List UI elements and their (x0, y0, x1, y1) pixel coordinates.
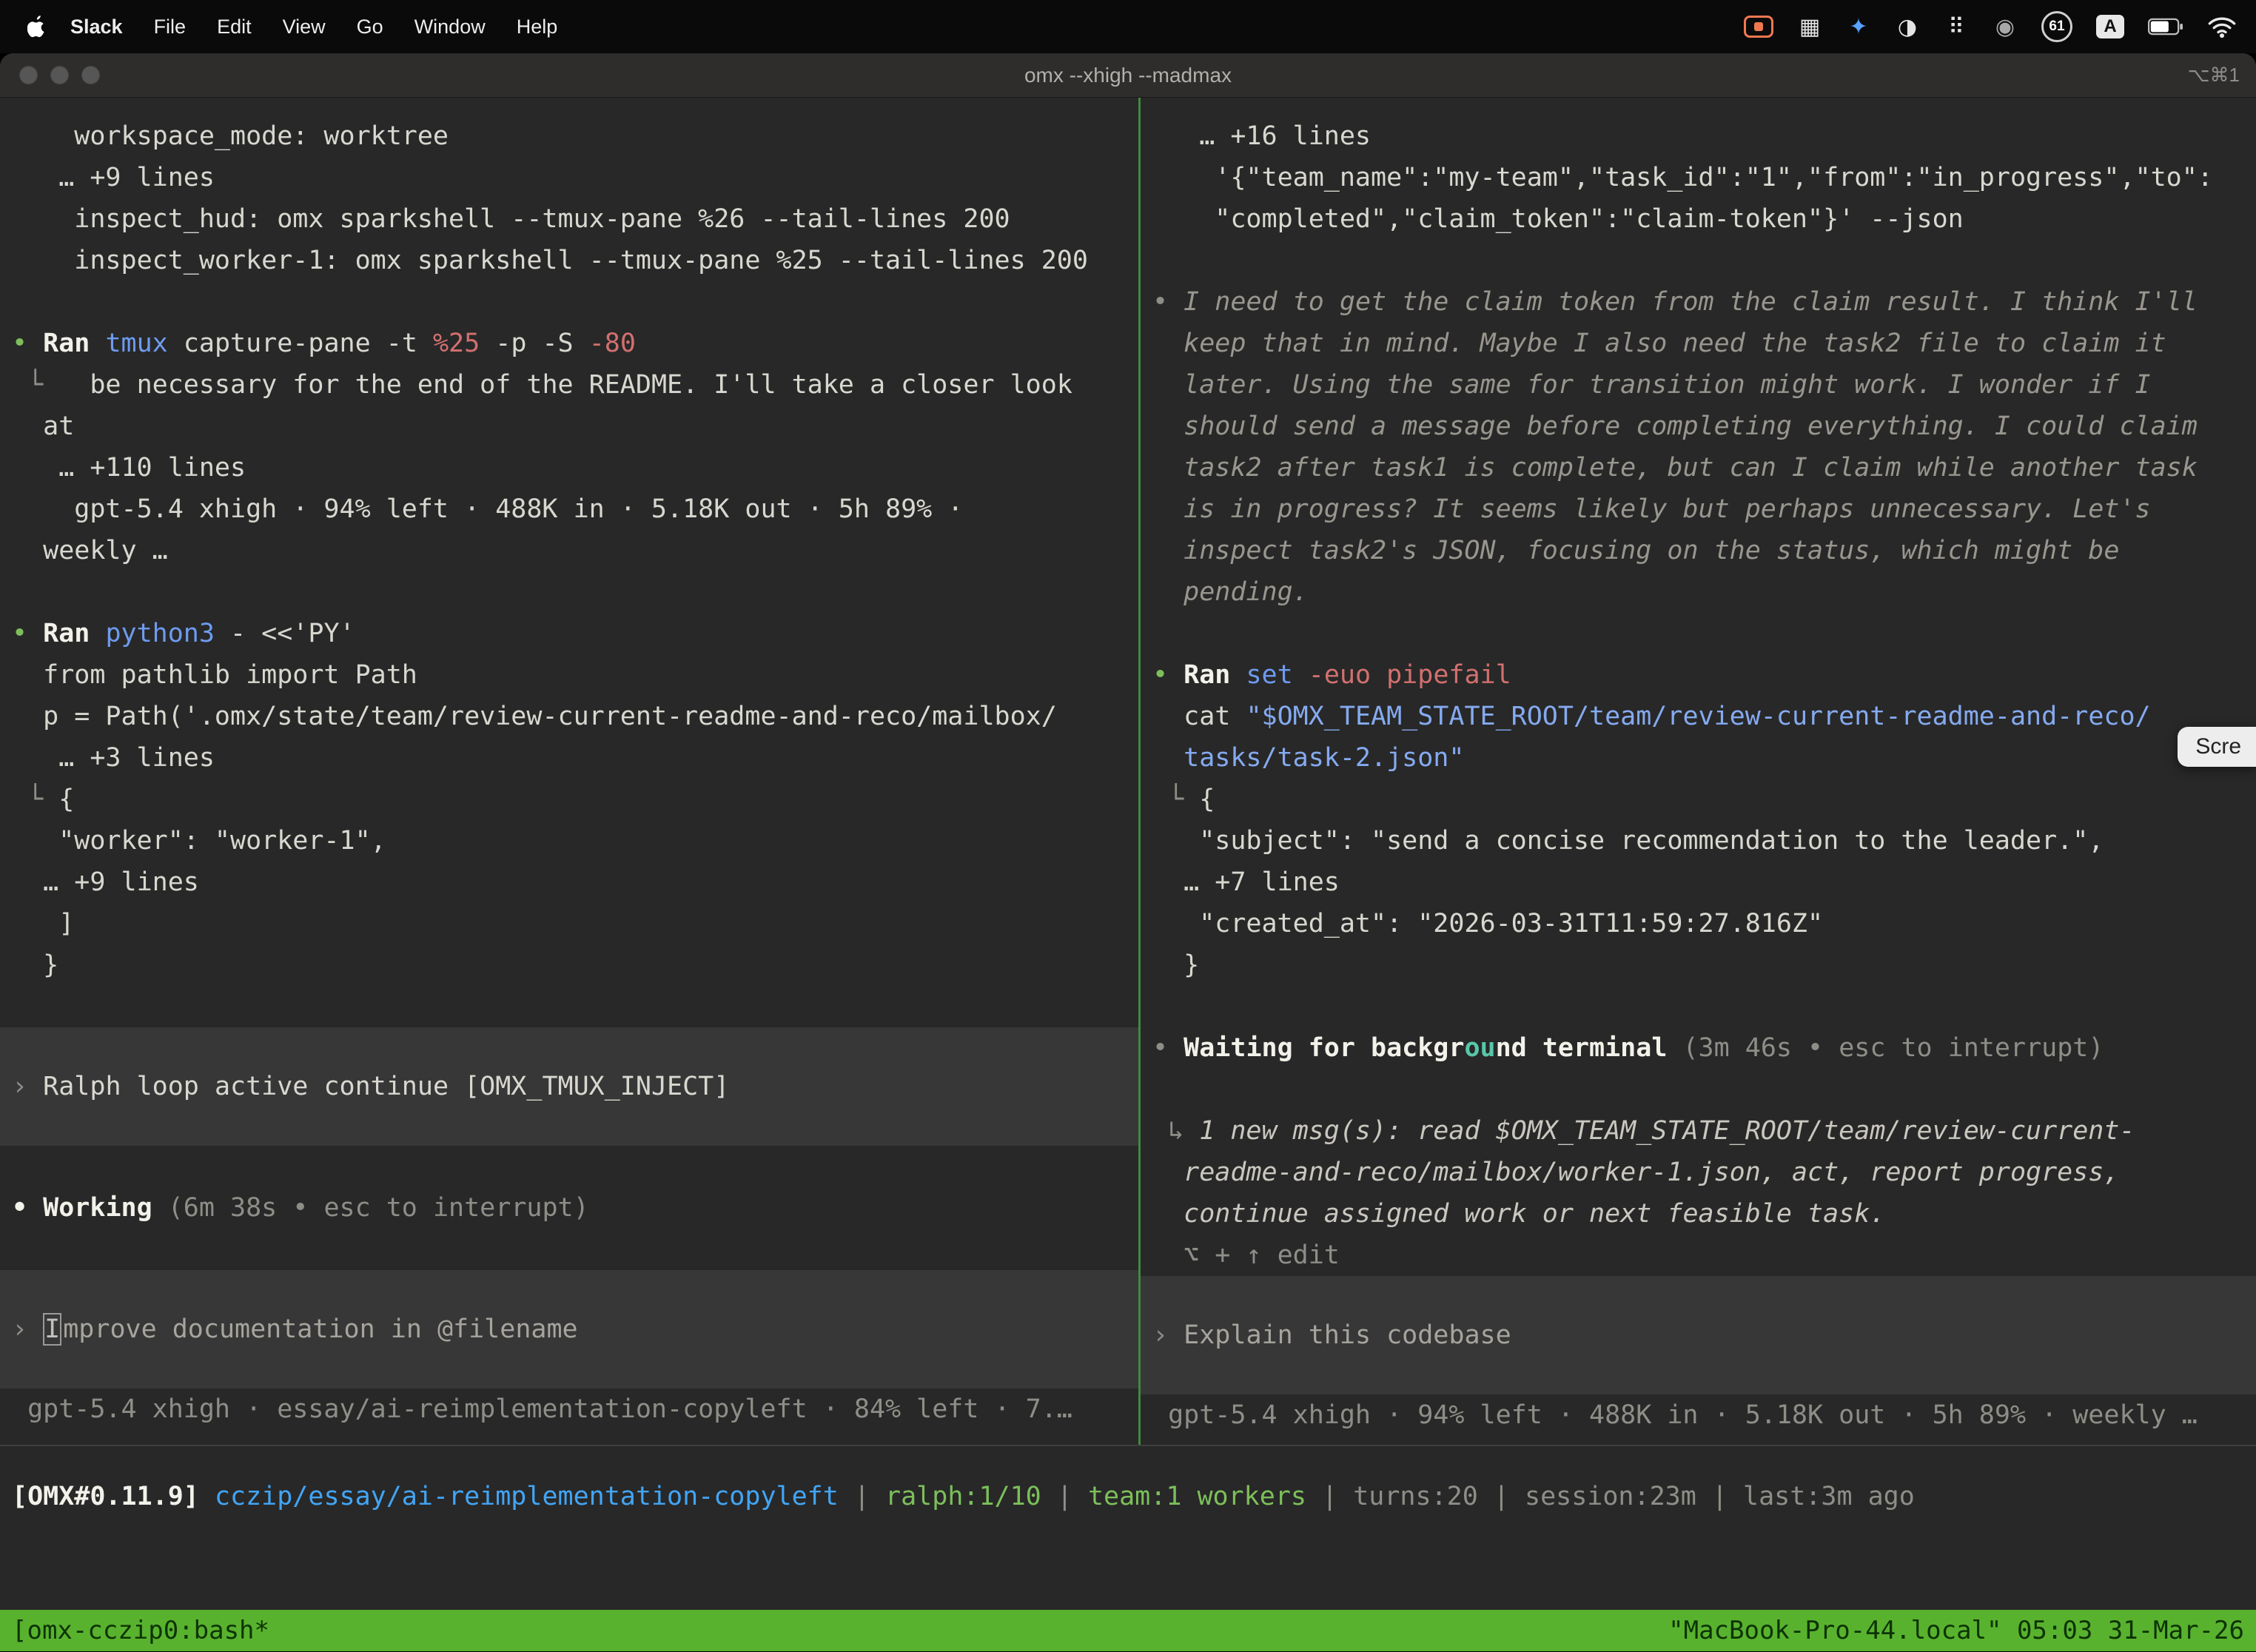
prompt-band[interactable]: › Improve documentation in @filename (0, 1270, 1138, 1389)
terminal-line: task2 after task1 is complete, but can I… (1141, 447, 2256, 488)
record-dot-icon (1754, 22, 1763, 31)
blank-line (0, 281, 1138, 323)
terminal-pane-left[interactable]: workspace_mode: worktree… +9 linesinspec… (0, 98, 1141, 1445)
wifi-icon[interactable] (2207, 9, 2237, 44)
terminal-line: continue assigned work or next feasible … (1141, 1193, 2256, 1235)
input-source-badge[interactable]: A (2096, 15, 2124, 38)
terminal-line: • I need to get the claim token from the… (1141, 281, 2256, 323)
terminal-line: • Ran python3 - <<'PY' (0, 613, 1138, 654)
menu-item-slack[interactable]: Slack (55, 0, 138, 53)
terminal-line: • Ran tmux capture-pane -t %25 -p -S -80 (0, 323, 1138, 364)
terminal-line: … +7 lines (1141, 862, 2256, 903)
terminal-line: } (1141, 944, 2256, 986)
window-titlebar[interactable]: omx --xhigh --madmax ⌥⌘1 (0, 53, 2256, 98)
prompt-band[interactable]: › Ralph loop active continue [OMX_TMUX_I… (0, 1027, 1138, 1146)
terminal-line: pending. (1141, 571, 2256, 613)
terminal-line: └ { (1141, 779, 2256, 820)
terminal-line: inspect_hud: omx sparkshell --tmux-pane … (0, 198, 1138, 240)
terminal-window: omx --xhigh --madmax ⌥⌘1 workspace_mode:… (0, 53, 2256, 1652)
terminal-line: readme-and-reco/mailbox/worker-1.json, a… (1141, 1152, 2256, 1193)
blank-line (1141, 240, 2256, 281)
blank-line (0, 1146, 1138, 1187)
terminal-line: "completed","claim_token":"claim-token"}… (1141, 198, 2256, 240)
terminal-line: is in progress? It seems likely but perh… (1141, 488, 2256, 530)
terminal-line: '{"team_name":"my-team","task_id":"1","f… (1141, 157, 2256, 198)
blank-line (0, 1229, 1138, 1270)
menu-items: SlackFileEditViewGoWindowHelp (55, 0, 573, 53)
apple-icon[interactable] (19, 10, 55, 43)
terminal-line: should send a message before completing … (1141, 406, 2256, 447)
terminal-line: workspace_mode: worktree (0, 115, 1138, 157)
terminal-line: "worker": "worker-1", (0, 820, 1138, 862)
dots-grid-icon[interactable]: ⠿ (1944, 9, 1969, 44)
tmux-host-clock: "MacBook-Pro-44.local" 05:03 31-Mar-26 (1668, 1616, 2244, 1645)
menu-item-window[interactable]: Window (399, 0, 501, 53)
contrast-icon[interactable]: ◑ (1895, 9, 1920, 44)
terminal-line: inspect_worker-1: omx sparkshell --tmux-… (0, 240, 1138, 281)
zoom-button[interactable] (81, 66, 100, 84)
terminal-content: workspace_mode: worktree… +9 linesinspec… (0, 98, 2256, 1651)
menu-item-edit[interactable]: Edit (201, 0, 267, 53)
terminal-line: inspect task2's JSON, focusing on the st… (1141, 530, 2256, 571)
menu-item-go[interactable]: Go (341, 0, 399, 53)
window-shortcut: ⌥⌘1 (2188, 64, 2256, 87)
keychain-icon[interactable]: ◉ (1993, 9, 2018, 44)
terminal-line: "created_at": "2026-03-31T11:59:27.816Z" (1141, 903, 2256, 944)
blank-line (1141, 986, 2256, 1027)
terminal-line: gpt-5.4 xhigh · 94% left · 488K in · 5.1… (1141, 1394, 2256, 1436)
terminal-line: … +9 lines (0, 862, 1138, 903)
terminal-line: ⌥ + ↑ edit (1141, 1235, 2256, 1276)
terminal-line: tasks/task-2.json" (1141, 737, 2256, 779)
terminal-line: … +9 lines (0, 157, 1138, 198)
tmux-session-label: [omx-cczip0:bash* (12, 1616, 269, 1645)
battery-icon[interactable] (2148, 9, 2183, 44)
terminal-line: └ { (0, 779, 1138, 820)
spark-icon[interactable]: ✦ (1846, 9, 1871, 44)
screenshot-chip[interactable]: Scre (2178, 727, 2256, 767)
terminal-line: gpt-5.4 xhigh · essay/ai-reimplementatio… (0, 1389, 1138, 1430)
terminal-line: • Ran set -euo pipefail (1141, 654, 2256, 696)
terminal-line: from pathlib import Path (0, 654, 1138, 696)
terminal-line: keep that in mind. Maybe I also need the… (1141, 323, 2256, 364)
terminal-line: p = Path('.omx/state/team/review-current… (0, 696, 1138, 737)
terminal-line: cat "$OMX_TEAM_STATE_ROOT/team/review-cu… (1141, 696, 2256, 737)
blank-line (0, 571, 1138, 613)
grid-icon[interactable]: ▦ (1797, 9, 1822, 44)
minimize-button[interactable] (50, 66, 69, 84)
terminal-line: weekly … (0, 530, 1138, 571)
menu-bar: SlackFileEditViewGoWindowHelp ▦ ✦ ◑ ⠿ ◉ … (0, 0, 2256, 53)
tmux-status-bar: [omx-cczip0:bash* "MacBook-Pro-44.local"… (0, 1610, 2256, 1651)
prompt-band[interactable]: › Explain this codebase (1141, 1276, 2256, 1394)
menu-item-file[interactable]: File (138, 0, 202, 53)
blank-line (1141, 1069, 2256, 1110)
close-button[interactable] (19, 66, 38, 84)
terminal-pane-right[interactable]: … +16 lines'{"team_name":"my-team","task… (1141, 98, 2256, 1445)
terminal-line: gpt-5.4 xhigh · 94% left · 488K in · 5.1… (0, 488, 1138, 530)
terminal-line: "subject": "send a concise recommendatio… (1141, 820, 2256, 862)
terminal-line: • Waiting for background terminal (3m 46… (1141, 1027, 2256, 1069)
terminal-line: } (0, 944, 1138, 986)
omx-status-section: [OMX#0.11.9] cczip/essay/ai-reimplementa… (0, 1445, 2256, 1610)
terminal-line: at (0, 406, 1138, 447)
menubar-status-icons: ▦ ✦ ◑ ⠿ ◉ 61 A (1744, 9, 2237, 44)
terminal-line: … +16 lines (1141, 115, 2256, 157)
terminal-line: later. Using the same for transition mig… (1141, 364, 2256, 406)
menu-item-view[interactable]: View (267, 0, 341, 53)
omx-status-line: [OMX#0.11.9] cczip/essay/ai-reimplementa… (0, 1476, 2256, 1517)
terminal-line: └ be necessary for the end of the README… (0, 364, 1138, 406)
terminal-line: ] (0, 903, 1138, 944)
menu-item-help[interactable]: Help (501, 0, 574, 53)
terminal-line: … +3 lines (0, 737, 1138, 779)
terminal-line: • Working (6m 38s • esc to interrupt) (0, 1187, 1138, 1229)
terminal-line: … +110 lines (0, 447, 1138, 488)
window-title: omx --xhigh --madmax (0, 64, 2256, 87)
terminal-line: ↳ 1 new msg(s): read $OMX_TEAM_STATE_ROO… (1141, 1110, 2256, 1152)
terminal-line: [OMX#0.11.9] cczip/essay/ai-reimplementa… (0, 1476, 2256, 1517)
blank-line (0, 986, 1138, 1027)
battery-percent-badge[interactable]: 61 (2041, 11, 2072, 42)
screen-recording-icon[interactable] (1744, 16, 1773, 38)
blank-line (1141, 613, 2256, 654)
